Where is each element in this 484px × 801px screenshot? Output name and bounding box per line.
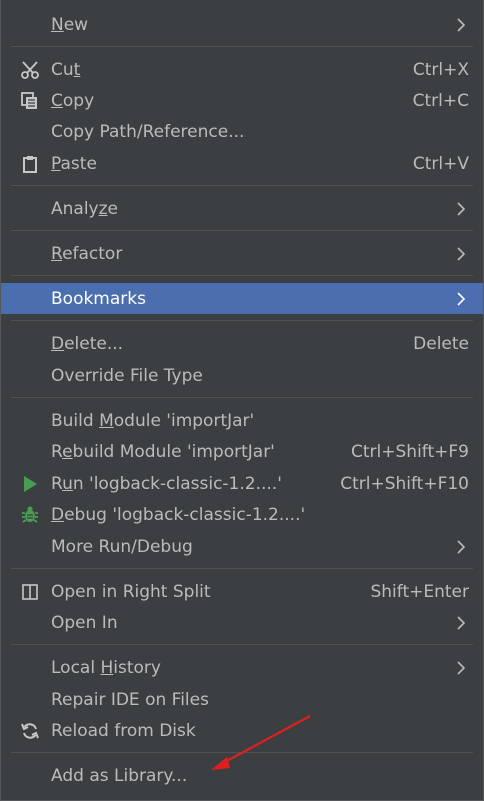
- shortcut-label: Ctrl+V: [412, 153, 469, 174]
- menu-item-open-in[interactable]: Open In: [1, 607, 483, 638]
- copy-icon: [19, 90, 41, 112]
- chevron-right-icon: [455, 291, 467, 307]
- shortcut-label: Ctrl+Shift+F9: [351, 441, 469, 462]
- chevron-right-icon: [455, 660, 467, 676]
- shortcut-label: Ctrl+C: [412, 90, 469, 111]
- shortcut-label: Ctrl+X: [412, 59, 469, 80]
- separator: [11, 568, 473, 569]
- menu-item-refactor[interactable]: Refactor: [1, 238, 483, 269]
- chevron-right-icon: [455, 539, 467, 555]
- menu-item-label: Analyze: [51, 198, 119, 219]
- menu-item-label: Bookmarks: [51, 288, 146, 309]
- bug-icon: [19, 504, 41, 526]
- run-icon: [19, 473, 41, 495]
- chevron-right-icon: [455, 201, 467, 217]
- menu-item-label: Open In: [51, 612, 118, 633]
- menu-item-label: Copy: [51, 90, 95, 111]
- menu-item-local-history[interactable]: Local History: [1, 652, 483, 683]
- menu-item-label: Build Module 'importJar': [51, 410, 255, 431]
- menu-item-label: More Run/Debug: [51, 536, 193, 557]
- menu-item-rebuild-module[interactable]: Rebuild Module 'importJar' Ctrl+Shift+F9: [1, 436, 483, 467]
- menu-item-open-right-split[interactable]: Open in Right Split Shift+Enter: [1, 576, 483, 607]
- chevron-right-icon: [455, 615, 467, 631]
- menu-item-label: Reload from Disk: [51, 720, 196, 741]
- split-icon: [19, 581, 41, 603]
- reload-icon: [19, 720, 41, 742]
- menu-item-label: Cut: [51, 59, 81, 80]
- menu-item-copy-path[interactable]: Copy Path/Reference...: [1, 116, 483, 147]
- menu-item-label: Open in Right Split: [51, 581, 211, 602]
- separator: [11, 752, 473, 753]
- menu-item-label: Repair IDE on Files: [51, 689, 209, 710]
- clipboard-icon: [19, 153, 41, 175]
- shortcut-label: Ctrl+Shift+F10: [340, 473, 469, 494]
- menu-item-label: Run 'logback-classic-1.2....': [51, 473, 282, 494]
- menu-item-analyze[interactable]: Analyze: [1, 193, 483, 224]
- menu-item-override-file-type[interactable]: Override File Type: [1, 360, 483, 391]
- menu-item-label: Copy Path/Reference...: [51, 121, 245, 142]
- menu-item-more-run-debug[interactable]: More Run/Debug: [1, 531, 483, 562]
- separator: [11, 185, 473, 186]
- menu-item-label: Add as Library...: [51, 765, 188, 786]
- shortcut-label: Shift+Enter: [370, 581, 469, 602]
- menu-item-reload-from-disk[interactable]: Reload from Disk: [1, 715, 483, 746]
- separator: [11, 46, 473, 47]
- menu-item-build-module[interactable]: Build Module 'importJar': [1, 405, 483, 436]
- menu-item-new[interactable]: New: [1, 9, 483, 40]
- menu-item-copy[interactable]: Copy Ctrl+C: [1, 85, 483, 116]
- separator: [11, 320, 473, 321]
- separator: [11, 275, 473, 276]
- menu-item-add-as-library[interactable]: Add as Library...: [1, 760, 483, 791]
- menu-item-label: Paste: [51, 153, 97, 174]
- menu-item-label: Debug 'logback-classic-1.2....': [51, 504, 306, 525]
- menu-item-debug[interactable]: Debug 'logback-classic-1.2....': [1, 499, 483, 530]
- menu-item-delete[interactable]: Delete... Delete: [1, 328, 483, 359]
- menu-item-label: Refactor: [51, 243, 123, 264]
- menu-item-repair-ide[interactable]: Repair IDE on Files: [1, 684, 483, 715]
- separator: [11, 397, 473, 398]
- menu-item-label: New: [51, 14, 89, 35]
- menu-item-bookmarks[interactable]: Bookmarks: [1, 283, 483, 314]
- chevron-right-icon: [455, 246, 467, 262]
- shortcut-label: Delete: [413, 333, 469, 354]
- menu-item-label: Rebuild Module 'importJar': [51, 441, 275, 462]
- separator: [11, 230, 473, 231]
- menu-item-label: Local History: [51, 657, 161, 678]
- menu-item-label: Override File Type: [51, 365, 203, 386]
- scissors-icon: [19, 59, 41, 81]
- chevron-right-icon: [455, 17, 467, 33]
- menu-item-run[interactable]: Run 'logback-classic-1.2....' Ctrl+Shift…: [1, 468, 483, 499]
- menu-item-cut[interactable]: Cut Ctrl+X: [1, 54, 483, 85]
- menu-item-paste[interactable]: Paste Ctrl+V: [1, 148, 483, 179]
- context-menu: New Cut Ctrl+X Copy Ctrl+C Copy Path/Ref…: [0, 0, 484, 801]
- separator: [11, 644, 473, 645]
- menu-item-label: Delete...: [51, 333, 124, 354]
